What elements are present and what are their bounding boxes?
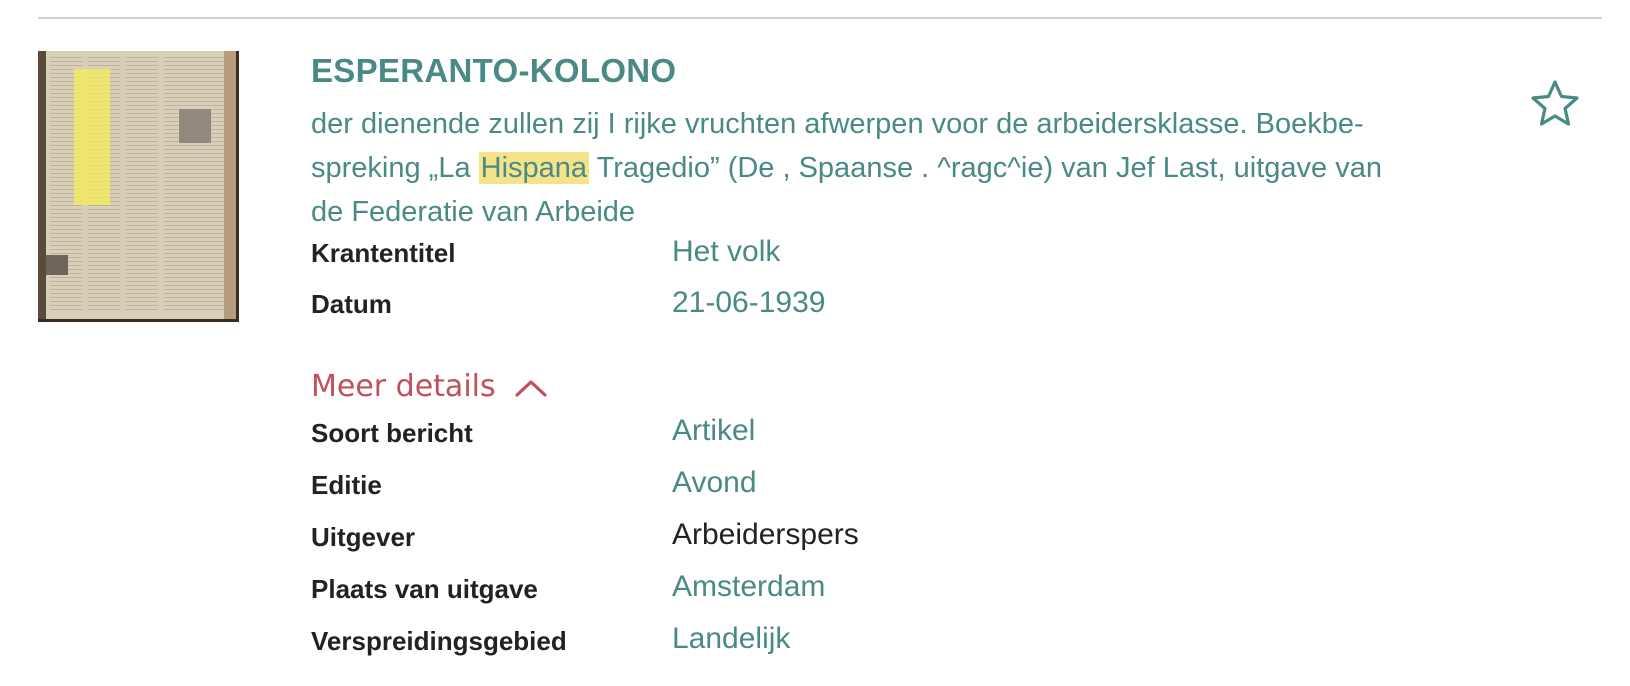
krantentitel-value[interactable]: Het volk: [672, 235, 780, 269]
verspreidingsgebied-value[interactable]: Landelijk: [672, 622, 790, 656]
soort-bericht-label: Soort bericht: [311, 418, 473, 448]
datum-label: Datum: [311, 289, 392, 319]
result-title[interactable]: ESPERANTO-KOLONO: [311, 52, 676, 90]
verspreidingsgebied-label: Verspreidingsgebied: [311, 626, 567, 656]
thumbnail-edge: [224, 51, 236, 319]
datum-value[interactable]: 21-06-1939: [672, 286, 825, 320]
newspaper-thumbnail[interactable]: [38, 51, 239, 322]
search-term-highlight: Hispana: [478, 152, 590, 184]
thumbnail-column: [126, 57, 158, 312]
uitgever-value: Arbeiderspers: [672, 518, 859, 551]
soort-bericht-value[interactable]: Artikel: [672, 414, 755, 448]
top-divider: [38, 17, 1602, 19]
editie-value[interactable]: Avond: [672, 466, 757, 500]
thumbnail-column: [196, 57, 224, 312]
thumbnail-spine: [38, 51, 46, 319]
uitgever-label: Uitgever: [311, 522, 416, 552]
thumbnail-column: [164, 57, 196, 312]
snippet-line: de Federatie van Arbeide: [311, 196, 636, 228]
chevron-up-icon: [515, 379, 547, 397]
thumbnail-highlight: [74, 69, 110, 205]
snippet-line: spreking „La Hispana Tragedio” (De , Spa…: [311, 146, 1511, 190]
editie-label: Editie: [311, 470, 382, 500]
meer-details-toggle[interactable]: Meer details: [311, 369, 548, 404]
thumbnail-picture: [179, 109, 211, 143]
plaats-van-uitgave-value[interactable]: Amsterdam: [672, 570, 825, 604]
result-snippet: der dienende zullen zij I rijke vruchten…: [311, 102, 1511, 234]
snippet-line: der dienende zullen zij I rijke vruchten…: [311, 108, 1364, 140]
meer-details-label: Meer details: [311, 369, 496, 404]
krantentitel-label: Krantentitel: [311, 238, 456, 268]
favorite-star-icon[interactable]: [1530, 79, 1580, 129]
plaats-van-uitgave-label: Plaats van uitgave: [311, 574, 538, 604]
thumbnail-mark: [46, 255, 68, 275]
snippet-text: Tragedio” (De , Spaanse . ^ragc^ie) van …: [589, 152, 1382, 184]
snippet-text: spreking „La: [311, 152, 479, 184]
